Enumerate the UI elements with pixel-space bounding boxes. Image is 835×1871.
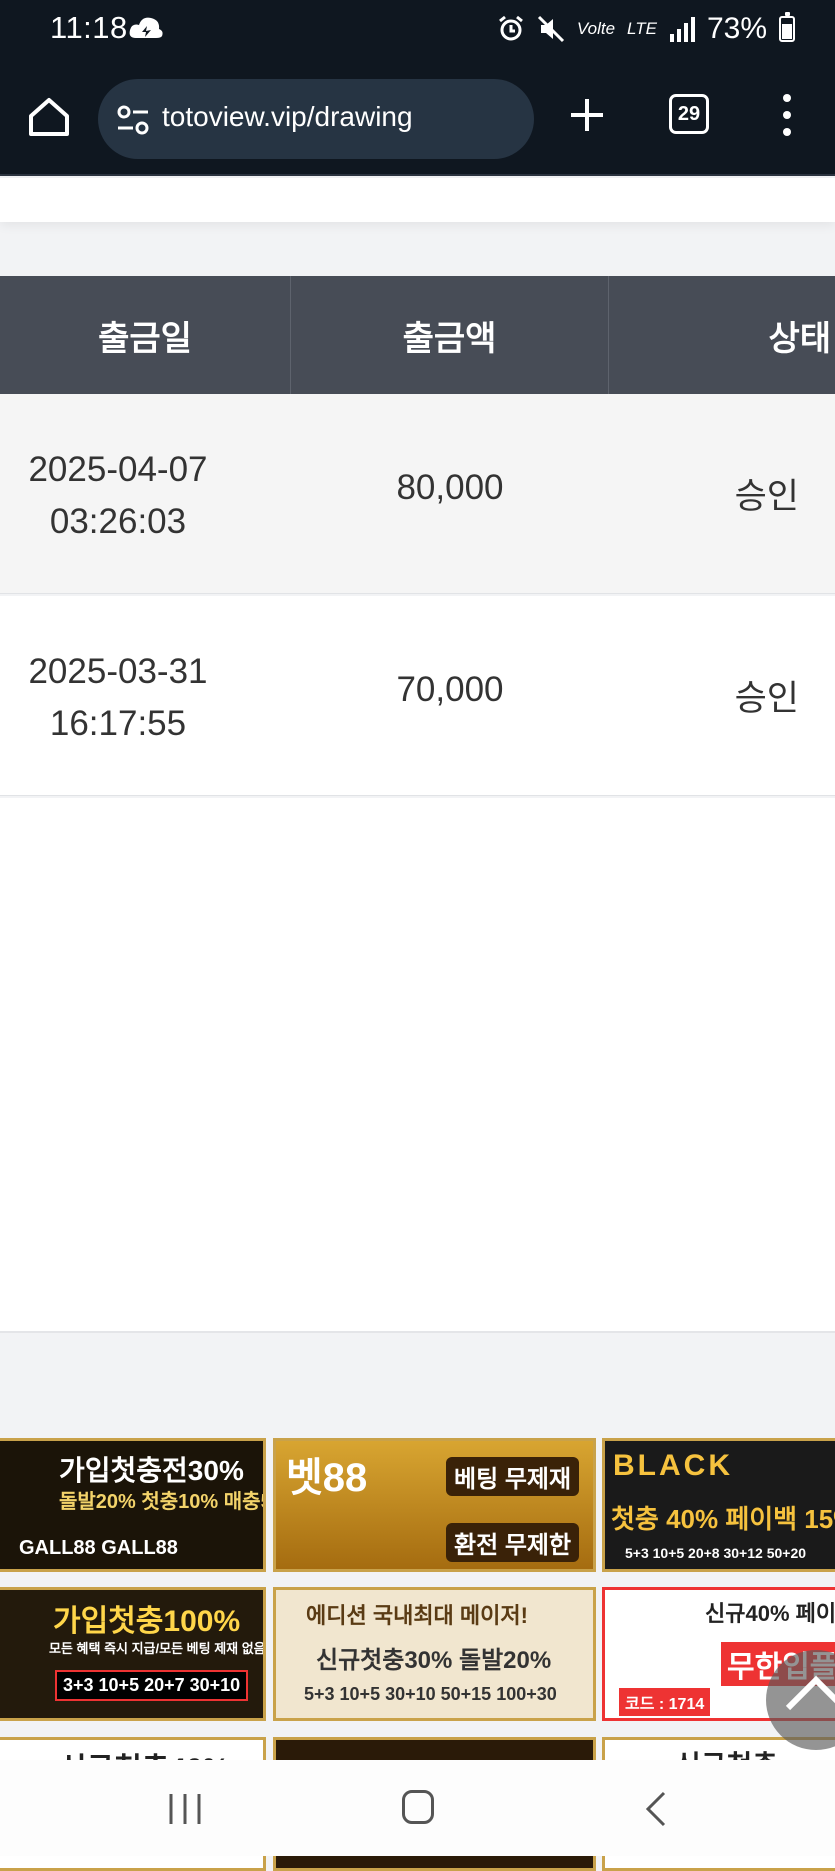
table-row: 2025-04-07 03:26:03 80,000 승인	[0, 394, 835, 594]
banner-footer: 3+3 10+5 20+7 30+10	[55, 1670, 249, 1701]
ad-banner[interactable]: 벳88 베팅 무제재 환전 무제한	[273, 1438, 596, 1572]
ad-banner[interactable]: 가입첫충100% 모든 혜택 즉시 지급/모든 베팅 제재 없음 3+3 10+…	[0, 1587, 266, 1721]
banner-footer: 환전 무제한	[446, 1523, 580, 1562]
page-header-strip	[0, 178, 835, 222]
banner-subtitle: 베팅 무제재	[446, 1457, 580, 1496]
column-header-status: 상태	[768, 319, 831, 358]
battery-icon	[779, 12, 795, 42]
ad-banner[interactable]: BLACK 첫충 40% 페이백 15% 5+3 10+5 20+8 30+12…	[602, 1438, 835, 1572]
site-settings-icon[interactable]	[116, 103, 150, 137]
withdrawal-time: 16:17:55	[49, 704, 187, 743]
withdrawal-time: 03:26:03	[49, 502, 187, 541]
ad-banner[interactable]: 에디션 국내최대 메이저! 신규첫충30% 돌발20% 5+3 10+5 30+…	[273, 1587, 596, 1721]
banner-footer: 5+3 10+5 20+8 30+12 50+20	[625, 1545, 807, 1561]
banner-title: BLACK	[613, 1449, 733, 1482]
back-icon[interactable]	[642, 1790, 668, 1828]
banner-subtitle: 첫충 40% 페이백 15%	[611, 1504, 835, 1534]
ad-banner[interactable]: 가입첫충전30% 돌발20% 첫충10% 매충5% GALL88 GALL88	[0, 1438, 266, 1572]
withdrawal-date-cell: 2025-03-31 16:17:55	[0, 646, 236, 750]
banner-title: 신규40% 페이백10%	[705, 1601, 835, 1626]
table-empty-area	[0, 798, 835, 1333]
alarm-icon	[498, 15, 523, 41]
battery-percent: 73%	[706, 12, 767, 45]
banner-subtitle: 돌발20% 첫충10% 매충5%	[59, 1491, 263, 1513]
banner-title: 가입첫충전30%	[59, 1455, 244, 1486]
withdrawal-status: 승인	[734, 679, 799, 718]
banner-title: 에디션 국내최대 메이저!	[306, 1603, 528, 1628]
system-home-icon[interactable]	[402, 1790, 434, 1824]
url-text[interactable]: totoview.vip/drawing	[162, 101, 413, 133]
status-icons: Volte LTE 73%	[497, 12, 795, 46]
address-bar[interactable]: totoview.vip/drawing	[98, 79, 534, 159]
volte-label: Volte	[576, 19, 616, 38]
cloud-icon	[129, 17, 163, 38]
banner-footer: 5+3 10+5 30+10 50+15 100+30	[304, 1684, 557, 1704]
signal-icon	[669, 17, 695, 42]
banner-title: 벳88	[286, 1456, 368, 1500]
banner-footer: 코드 : 1714	[619, 1688, 711, 1716]
table-row: 2025-03-31 16:17:55 70,000 승인	[0, 596, 835, 796]
banner-subtitle: 모든 혜택 즉시 지급/모든 베팅 제재 없음	[49, 1641, 266, 1656]
withdrawal-table-header: 출금일 출금액 상태	[0, 276, 835, 394]
tab-switcher-button[interactable]: 29	[669, 94, 709, 134]
withdrawal-date-cell: 2025-04-07 03:26:03	[0, 444, 236, 548]
new-tab-icon[interactable]	[568, 96, 606, 134]
banner-title: 가입첫충100%	[53, 1605, 241, 1638]
banner-footer: GALL88 GALL88	[19, 1537, 178, 1559]
withdrawal-amount: 80,000	[396, 468, 504, 507]
lte-label: LTE	[627, 19, 657, 38]
home-icon[interactable]	[26, 94, 72, 140]
withdrawal-status: 승인	[734, 477, 799, 516]
column-header-amount: 출금액	[291, 276, 609, 394]
more-menu-icon[interactable]	[775, 90, 799, 140]
column-header-date: 출금일	[0, 276, 291, 394]
recent-apps-icon[interactable]	[167, 1792, 203, 1826]
withdrawal-date: 2025-04-07	[28, 450, 208, 489]
browser-toolbar: totoview.vip/drawing 29	[0, 62, 835, 176]
withdrawal-date: 2025-03-31	[28, 652, 208, 691]
mute-icon	[537, 15, 564, 43]
banner-subtitle: 신규첫충30% 돌발20%	[316, 1647, 552, 1674]
withdrawal-amount: 70,000	[396, 670, 504, 709]
status-bar: 11:18 Volte LTE 73%	[0, 0, 835, 62]
system-nav-bar	[0, 1760, 835, 1856]
status-time: 11:18	[50, 10, 128, 45]
